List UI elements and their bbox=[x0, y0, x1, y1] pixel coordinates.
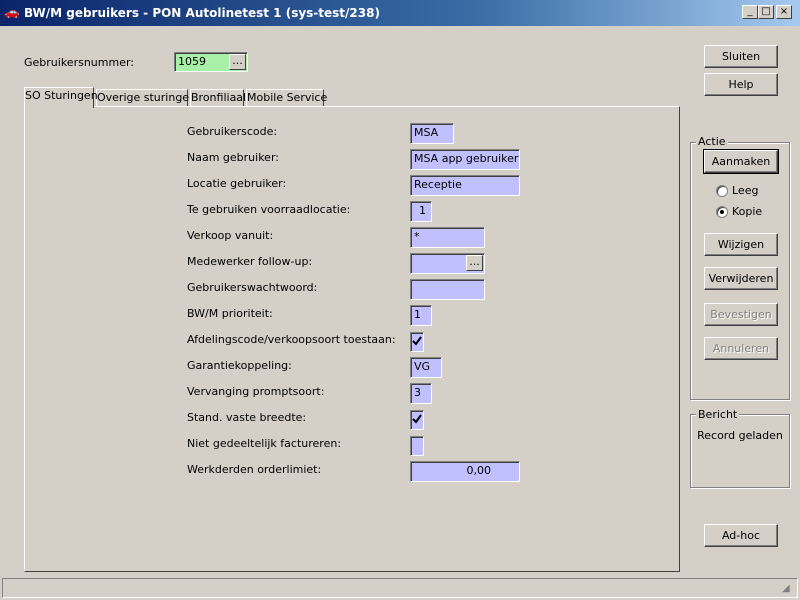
adhoc-button[interactable]: Ad-hoc bbox=[704, 524, 778, 547]
status-message: Record geladen bbox=[697, 429, 783, 442]
maximize-button[interactable]: □ bbox=[758, 5, 774, 19]
tab-overige-sturingen[interactable]: Overige sturingen bbox=[96, 89, 196, 107]
app-car-icon: 🚗 bbox=[4, 5, 20, 19]
tab-bronfiliaal[interactable]: Bronfiliaal bbox=[190, 89, 246, 107]
priority-input[interactable]: 1 bbox=[410, 305, 432, 326]
radio-empty[interactable] bbox=[716, 185, 728, 197]
replacement-prompt-input[interactable]: 3 bbox=[410, 383, 432, 404]
radio-copy-label: Kopie bbox=[732, 205, 763, 218]
followup-employee-label: Medewerker follow-up: bbox=[187, 255, 313, 268]
checkmark-icon bbox=[412, 336, 422, 346]
followup-employee-input[interactable]: ... bbox=[410, 253, 485, 274]
fixed-width-checkbox[interactable] bbox=[410, 410, 424, 430]
dept-code-allowed-checkbox[interactable] bbox=[410, 332, 424, 352]
sale-from-label: Verkoop vanuit: bbox=[187, 229, 274, 242]
user-code-label: Gebruikerscode: bbox=[187, 125, 278, 138]
stock-location-label: Te gebruiken voorraadlocatie: bbox=[187, 203, 351, 216]
warranty-link-input[interactable]: VG bbox=[410, 357, 442, 378]
resize-grip-icon[interactable]: ◢ bbox=[782, 583, 794, 595]
priority-label: BW/M prioriteit: bbox=[187, 307, 273, 320]
help-button[interactable]: Help bbox=[704, 73, 778, 96]
user-number-label: Gebruikersnummer: bbox=[24, 56, 134, 69]
warranty-link-label: Garantiekoppeling: bbox=[187, 359, 292, 372]
user-name-label: Naam gebruiker: bbox=[187, 151, 279, 164]
close-window-button[interactable]: × bbox=[776, 5, 792, 19]
radio-empty-label: Leeg bbox=[732, 184, 759, 197]
create-button[interactable]: Aanmaken bbox=[703, 149, 779, 174]
cancel-button[interactable]: Annuleren bbox=[704, 337, 778, 360]
password-label: Gebruikerswachtwoord: bbox=[187, 281, 318, 294]
password-input[interactable] bbox=[410, 279, 485, 300]
tab-so-sturingen[interactable]: SO Sturingen bbox=[24, 87, 98, 108]
action-group-title: Actie bbox=[696, 135, 728, 148]
user-name-input[interactable]: MSA app gebruiker bbox=[410, 149, 520, 170]
no-partial-invoice-checkbox[interactable] bbox=[410, 436, 424, 456]
radio-selected-dot bbox=[720, 210, 724, 214]
no-partial-invoice-label: Niet gedeeltelijk factureren: bbox=[187, 437, 342, 450]
close-button[interactable]: Sluiten bbox=[704, 45, 778, 68]
status-bar: ◢ bbox=[2, 578, 798, 598]
sale-from-input[interactable]: * bbox=[410, 227, 485, 248]
tab-mobile-service[interactable]: Mobile Service bbox=[246, 89, 327, 107]
third-party-limit-input[interactable]: 0,00 bbox=[410, 461, 520, 482]
user-number-input[interactable]: 1059 ... bbox=[174, 52, 248, 72]
dept-code-allowed-label: Afdelingscode/verkoopsoort toestaan: bbox=[187, 333, 396, 346]
radio-copy[interactable] bbox=[716, 206, 728, 218]
confirm-button[interactable]: Bevestigen bbox=[704, 303, 778, 326]
stock-location-input[interactable]: 1 bbox=[410, 201, 432, 222]
user-number-lookup-button[interactable]: ... bbox=[229, 54, 246, 70]
modify-button[interactable]: Wijzigen bbox=[704, 233, 778, 256]
third-party-limit-label: Werkderden orderlimiet: bbox=[187, 463, 322, 476]
user-number-value: 1059 bbox=[178, 55, 206, 68]
window-title: BW/M gebruikers - PON Autolinetest 1 (sy… bbox=[24, 6, 380, 20]
user-location-input[interactable]: Receptie bbox=[410, 175, 520, 196]
message-group-title: Bericht bbox=[696, 408, 740, 421]
title-bar[interactable]: 🚗 BW/M gebruikers - PON Autolinetest 1 (… bbox=[0, 0, 800, 26]
replacement-prompt-label: Vervanging promptsoort: bbox=[187, 385, 325, 398]
followup-employee-lookup-button[interactable]: ... bbox=[466, 255, 483, 271]
fixed-width-label: Stand. vaste breedte: bbox=[187, 411, 307, 424]
user-code-input[interactable]: MSA bbox=[410, 123, 454, 144]
user-location-label: Locatie gebruiker: bbox=[187, 177, 287, 190]
delete-button[interactable]: Verwijderen bbox=[704, 267, 778, 290]
checkmark-icon bbox=[412, 414, 422, 424]
message-groupbox bbox=[690, 414, 790, 488]
minimize-button[interactable]: _ bbox=[742, 5, 758, 19]
